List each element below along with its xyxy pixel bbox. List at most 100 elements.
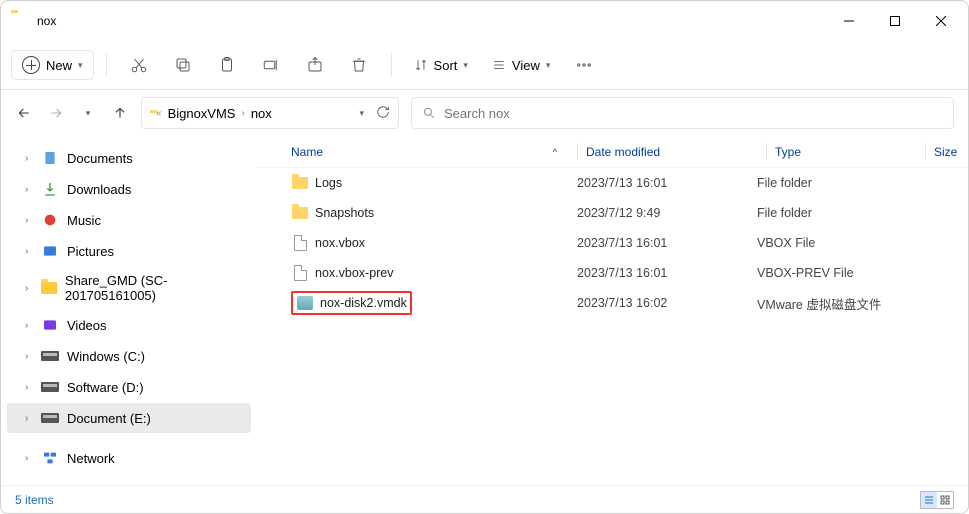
file-type: VBOX-PREV File xyxy=(757,266,917,280)
up-button[interactable] xyxy=(111,104,129,122)
share-button[interactable] xyxy=(295,47,335,83)
chevron-right-icon: › xyxy=(25,351,33,362)
view-toggle xyxy=(920,491,954,509)
history-button[interactable]: ▾ xyxy=(79,104,97,122)
close-button[interactable] xyxy=(918,5,964,37)
sidebar-item-label: Documents xyxy=(67,151,133,166)
sidebar-item-label: Music xyxy=(67,213,101,228)
column-headers[interactable]: Name ^ Date modified Type Size xyxy=(257,136,968,168)
forward-button[interactable] xyxy=(47,104,65,122)
chevron-right-icon: › xyxy=(25,382,33,393)
sidebar-item-drive-e[interactable]: › Document (E:) xyxy=(7,403,251,433)
downloads-icon xyxy=(41,180,59,198)
file-icon xyxy=(291,234,309,252)
chevron-down-icon: ▾ xyxy=(78,60,83,71)
folder-icon xyxy=(11,13,29,29)
file-type: File folder xyxy=(757,176,917,190)
cut-button[interactable] xyxy=(119,47,159,83)
sidebar-item-drive-c[interactable]: › Windows (C:) xyxy=(7,341,251,371)
window-title: nox xyxy=(37,14,826,28)
nav-buttons: ▾ xyxy=(15,104,129,122)
view-label: View xyxy=(512,58,540,73)
search-bar[interactable] xyxy=(411,97,954,129)
file-name: Logs xyxy=(315,176,342,190)
back-button[interactable] xyxy=(15,104,33,122)
file-row[interactable]: nox-disk2.vmdk 2023/7/13 16:02 VMware 虚拟… xyxy=(257,288,968,318)
sidebar-item-downloads[interactable]: › Downloads xyxy=(7,174,251,204)
file-icon xyxy=(291,264,309,282)
plus-icon xyxy=(22,56,40,74)
sidebar-item-documents[interactable]: › Documents xyxy=(7,143,251,173)
toolbar: New ▾ Sort ▾ View ▾ xyxy=(1,41,968,89)
column-date[interactable]: Date modified xyxy=(586,145,766,159)
chevron-right-icon: › xyxy=(25,283,32,294)
chevron-right-icon: › xyxy=(25,246,33,257)
sort-button[interactable]: Sort ▾ xyxy=(404,52,478,79)
column-name[interactable]: Name xyxy=(291,145,323,159)
sidebar-item-drive-d[interactable]: › Software (D:) xyxy=(7,372,251,402)
file-name: nox.vbox-prev xyxy=(315,266,394,280)
drive-icon xyxy=(41,347,59,365)
sidebar-item-pictures[interactable]: › Pictures xyxy=(7,236,251,266)
file-name: Snapshots xyxy=(315,206,374,220)
chevron-down-icon: ▾ xyxy=(463,60,468,71)
window-controls xyxy=(826,5,964,37)
sidebar-item-label: Share_GMD (SC-201705161005) xyxy=(65,273,243,303)
main-area: › Documents › Downloads › Music › Pictur… xyxy=(1,136,968,496)
refresh-button[interactable] xyxy=(376,105,390,122)
file-type: VMware 虚拟磁盘文件 xyxy=(757,294,917,313)
view-button[interactable]: View ▾ xyxy=(482,52,560,79)
paste-button[interactable] xyxy=(207,47,247,83)
folder-icon xyxy=(291,204,309,222)
disk-icon xyxy=(296,294,314,312)
sidebar-item-network[interactable]: › Network xyxy=(7,443,251,473)
delete-button[interactable] xyxy=(339,47,379,83)
file-row[interactable]: Snapshots 2023/7/12 9:49 File folder xyxy=(257,198,968,228)
chevron-icon: « xyxy=(156,108,162,119)
drive-icon xyxy=(41,378,59,396)
file-date: 2023/7/13 16:01 xyxy=(577,176,757,190)
file-type: File folder xyxy=(757,206,917,220)
new-button[interactable]: New ▾ xyxy=(11,50,94,80)
chevron-right-icon: › xyxy=(25,413,33,424)
sidebar-item-label: Document (E:) xyxy=(67,411,151,426)
sidebar-item-music[interactable]: › Music xyxy=(7,205,251,235)
file-row[interactable]: nox.vbox 2023/7/13 16:01 VBOX File xyxy=(257,228,968,258)
item-count: 5 items xyxy=(15,493,54,507)
address-bar[interactable]: « BignoxVMS › nox ▾ xyxy=(141,97,399,129)
file-date: 2023/7/13 16:01 xyxy=(577,236,757,250)
documents-icon xyxy=(41,149,59,167)
sidebar-item-videos[interactable]: › Videos xyxy=(7,310,251,340)
chevron-right-icon: › xyxy=(25,153,33,164)
chevron-icon: › xyxy=(241,108,244,119)
sidebar-item-label: Network xyxy=(67,451,115,466)
file-row[interactable]: nox.vbox-prev 2023/7/13 16:01 VBOX-PREV … xyxy=(257,258,968,288)
icons-view-button[interactable] xyxy=(937,492,953,508)
file-name: nox.vbox xyxy=(315,236,365,250)
copy-button[interactable] xyxy=(163,47,203,83)
more-button[interactable] xyxy=(564,47,604,83)
chevron-right-icon: › xyxy=(25,320,33,331)
music-icon xyxy=(41,211,59,229)
file-name: nox-disk2.vmdk xyxy=(320,296,407,310)
file-row[interactable]: Logs 2023/7/13 16:01 File folder xyxy=(257,168,968,198)
breadcrumb-part[interactable]: BignoxVMS xyxy=(168,106,236,121)
chevron-right-icon: › xyxy=(25,453,33,464)
maximize-button[interactable] xyxy=(872,5,918,37)
rename-button[interactable] xyxy=(251,47,291,83)
file-date: 2023/7/13 16:02 xyxy=(577,296,757,310)
network-icon xyxy=(41,449,59,467)
sidebar-item-label: Downloads xyxy=(67,182,131,197)
sidebar-item-label: Pictures xyxy=(67,244,114,259)
search-input[interactable] xyxy=(444,106,943,121)
column-size[interactable]: Size xyxy=(934,145,968,159)
chevron-down-icon[interactable]: ▾ xyxy=(359,108,364,119)
column-type[interactable]: Type xyxy=(775,145,925,159)
breadcrumb-part[interactable]: nox xyxy=(251,106,272,121)
sidebar-item-share[interactable]: › Share_GMD (SC-201705161005) xyxy=(7,267,251,309)
details-view-button[interactable] xyxy=(921,492,937,508)
file-type: VBOX File xyxy=(757,236,917,250)
sort-indicator-icon: ^ xyxy=(553,147,557,157)
minimize-button[interactable] xyxy=(826,5,872,37)
videos-icon xyxy=(41,316,59,334)
